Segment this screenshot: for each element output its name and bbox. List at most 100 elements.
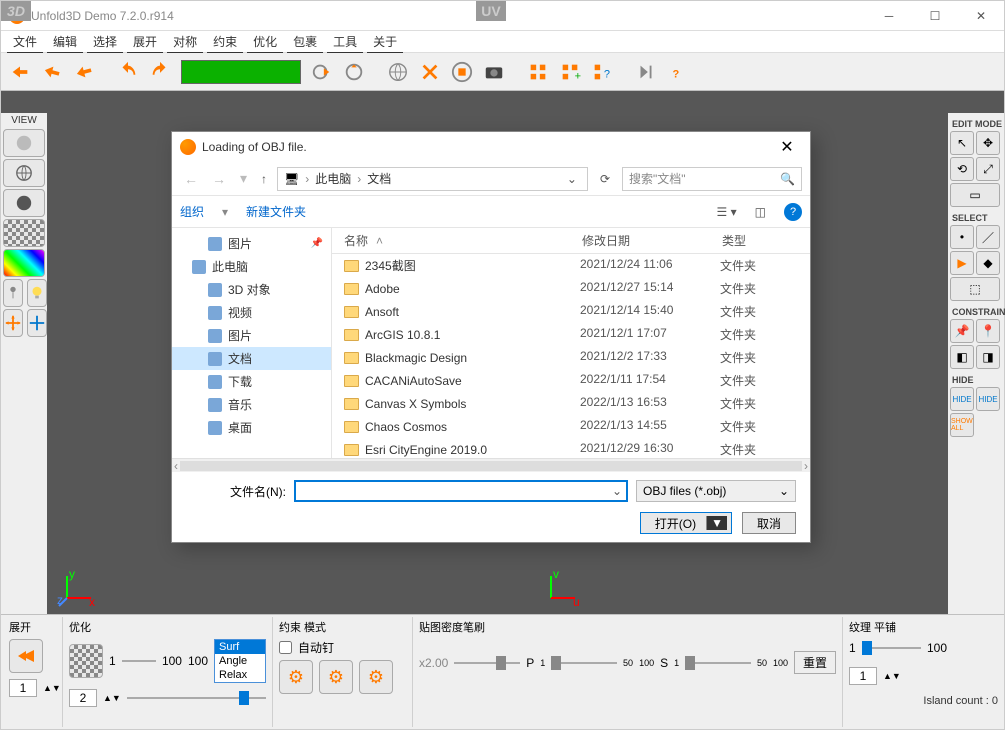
grid-help-icon[interactable]: ? xyxy=(587,57,617,87)
help-orange-icon[interactable]: ? xyxy=(663,57,693,87)
close-button[interactable]: ✕ xyxy=(958,1,1004,31)
auto-pin-checkbox[interactable]: 自动钉 xyxy=(279,639,406,656)
optimize-input[interactable] xyxy=(69,689,97,707)
face-orange-icon[interactable]: ▶ xyxy=(950,251,974,275)
tree-item[interactable]: 3D 对象 xyxy=(172,278,331,301)
undo-button[interactable] xyxy=(113,57,143,87)
list-item[interactable]: Adobe2021/12/27 15:14文件夹 xyxy=(332,277,810,300)
nav-recent-button[interactable]: ▾ xyxy=(236,170,251,187)
gear-3-icon[interactable]: ⚙ xyxy=(359,660,393,694)
dialog-close-button[interactable]: ✕ xyxy=(772,137,802,157)
list-item[interactable]: Chaos Cosmos2022/1/13 14:55文件夹 xyxy=(332,415,810,438)
menu-optimize[interactable]: 优化 xyxy=(247,31,283,53)
skip-icon[interactable] xyxy=(631,57,661,87)
cancel-button[interactable]: 取消 xyxy=(742,512,796,534)
grid-icon-1[interactable] xyxy=(523,57,553,87)
tree-item[interactable]: 图片📌 xyxy=(172,232,331,255)
tool-orange-1[interactable] xyxy=(5,57,35,87)
menu-constraint[interactable]: 约束 xyxy=(207,31,243,53)
menu-about[interactable]: 关于 xyxy=(367,31,403,53)
wide-tool-icon[interactable]: ▭ xyxy=(950,183,1000,207)
menu-tools[interactable]: 工具 xyxy=(327,31,363,53)
tool-orange-3[interactable] xyxy=(69,57,99,87)
sphere-wire-icon[interactable] xyxy=(3,159,45,187)
list-item[interactable]: CACANiAutoSave2022/1/11 17:54文件夹 xyxy=(332,369,810,392)
organize-button[interactable]: 组织 xyxy=(180,203,204,220)
gear-1-icon[interactable]: ⚙ xyxy=(279,660,313,694)
tool-orange-2[interactable] xyxy=(37,57,67,87)
file-filter-combo[interactable]: OBJ files (*.obj)⌄ xyxy=(636,480,796,502)
view-mode-button[interactable]: ☰ ▾ xyxy=(717,205,737,219)
sphere-arrow-icon[interactable] xyxy=(307,57,337,87)
move-cross-blue-icon[interactable] xyxy=(27,309,47,337)
node-icon[interactable] xyxy=(3,279,23,307)
checker-icon[interactable] xyxy=(3,219,45,247)
scroll-right[interactable]: › xyxy=(804,459,808,473)
s-slider[interactable] xyxy=(685,654,751,672)
expand-input[interactable] xyxy=(9,679,37,697)
minimize-button[interactable]: ─ xyxy=(866,1,912,31)
search-input[interactable]: 搜索"文档" 🔍 xyxy=(622,167,802,191)
constrain-c-icon[interactable]: ◧ xyxy=(950,345,974,369)
refresh-button[interactable]: ⟳ xyxy=(594,172,616,186)
tree-item[interactable]: 桌面 xyxy=(172,416,331,439)
tree-item[interactable]: 视频 xyxy=(172,301,331,324)
move-cross-icon[interactable] xyxy=(3,309,23,337)
rotate-icon[interactable]: ⟲ xyxy=(950,157,974,181)
camera-icon[interactable] xyxy=(479,57,509,87)
optimize-combo[interactable]: Surf Angle Relax xyxy=(214,639,266,683)
circle-arrow-icon[interactable] xyxy=(339,57,369,87)
pin-b-icon[interactable]: 📍 xyxy=(976,319,1000,343)
filename-input[interactable]: ⌄ xyxy=(294,480,628,502)
address-dropdown[interactable]: ⌄ xyxy=(563,172,581,186)
select-wide-icon[interactable]: ⬚ xyxy=(950,277,1000,301)
stop-icon[interactable] xyxy=(447,57,477,87)
new-folder-button[interactable]: 新建文件夹 xyxy=(246,203,306,220)
bulb-icon[interactable] xyxy=(27,279,47,307)
island-icon[interactable]: ◆ xyxy=(976,251,1000,275)
hide-b-icon[interactable]: HIDE xyxy=(976,387,1000,411)
opt-slider-2[interactable] xyxy=(127,689,266,707)
constrain-d-icon[interactable]: ◨ xyxy=(976,345,1000,369)
scale-icon[interactable]: ⤢ xyxy=(976,157,1000,181)
menu-expand[interactable]: 展开 xyxy=(127,31,163,53)
optimize-button[interactable] xyxy=(69,644,103,678)
list-item[interactable]: Ansoft2021/12/14 15:40文件夹 xyxy=(332,300,810,323)
tree-item[interactable]: 音乐 xyxy=(172,393,331,416)
opt-slider-1[interactable] xyxy=(122,652,156,670)
tree-item[interactable]: 文档 xyxy=(172,347,331,370)
edge-icon[interactable]: ／ xyxy=(976,225,1000,249)
menu-edit[interactable]: 编辑 xyxy=(47,31,83,53)
reset-button[interactable]: 重置 xyxy=(794,651,836,674)
menu-select[interactable]: 选择 xyxy=(87,31,123,53)
menu-file[interactable]: 文件 xyxy=(7,31,43,53)
menu-wrap[interactable]: 包裹 xyxy=(287,31,323,53)
open-button[interactable]: 打开(O)▼ xyxy=(640,512,732,534)
density-slider[interactable] xyxy=(454,654,520,672)
menu-symmetry[interactable]: 对称 xyxy=(167,31,203,53)
sphere-gray-icon[interactable] xyxy=(3,129,45,157)
redo-button[interactable] xyxy=(145,57,175,87)
help-button[interactable]: ? xyxy=(784,203,802,221)
grid-plus-icon[interactable]: + xyxy=(555,57,585,87)
tree-item[interactable]: 此电脑 xyxy=(172,255,331,278)
orange-x-icon[interactable] xyxy=(415,57,445,87)
p-slider[interactable] xyxy=(551,654,617,672)
folder-tree[interactable]: 图片📌此电脑3D 对象视频图片文档下载音乐桌面 xyxy=(172,228,332,458)
pointer-icon[interactable]: ↖ xyxy=(950,131,974,155)
tree-item[interactable]: 下载 xyxy=(172,370,331,393)
list-item[interactable]: Canvas X Symbols2022/1/13 16:53文件夹 xyxy=(332,392,810,415)
preview-pane-button[interactable]: ◫ xyxy=(755,205,766,219)
scroll-left[interactable]: ‹ xyxy=(174,459,178,473)
tree-item[interactable]: 图片 xyxy=(172,324,331,347)
nav-back-button[interactable]: ← xyxy=(180,171,202,187)
list-item[interactable]: Blackmagic Design2021/12/2 17:33文件夹 xyxy=(332,346,810,369)
pin-a-icon[interactable]: 📌 xyxy=(950,319,974,343)
list-item[interactable]: 2345截图2021/12/24 11:06文件夹 xyxy=(332,254,810,277)
rainbow-icon[interactable] xyxy=(3,249,45,277)
move-icon[interactable]: ✥ xyxy=(976,131,1000,155)
sphere-dark-icon[interactable] xyxy=(3,189,45,217)
tile-slider[interactable] xyxy=(862,639,921,657)
maximize-button[interactable]: ☐ xyxy=(912,1,958,31)
nav-forward-button[interactable]: → xyxy=(208,171,230,187)
